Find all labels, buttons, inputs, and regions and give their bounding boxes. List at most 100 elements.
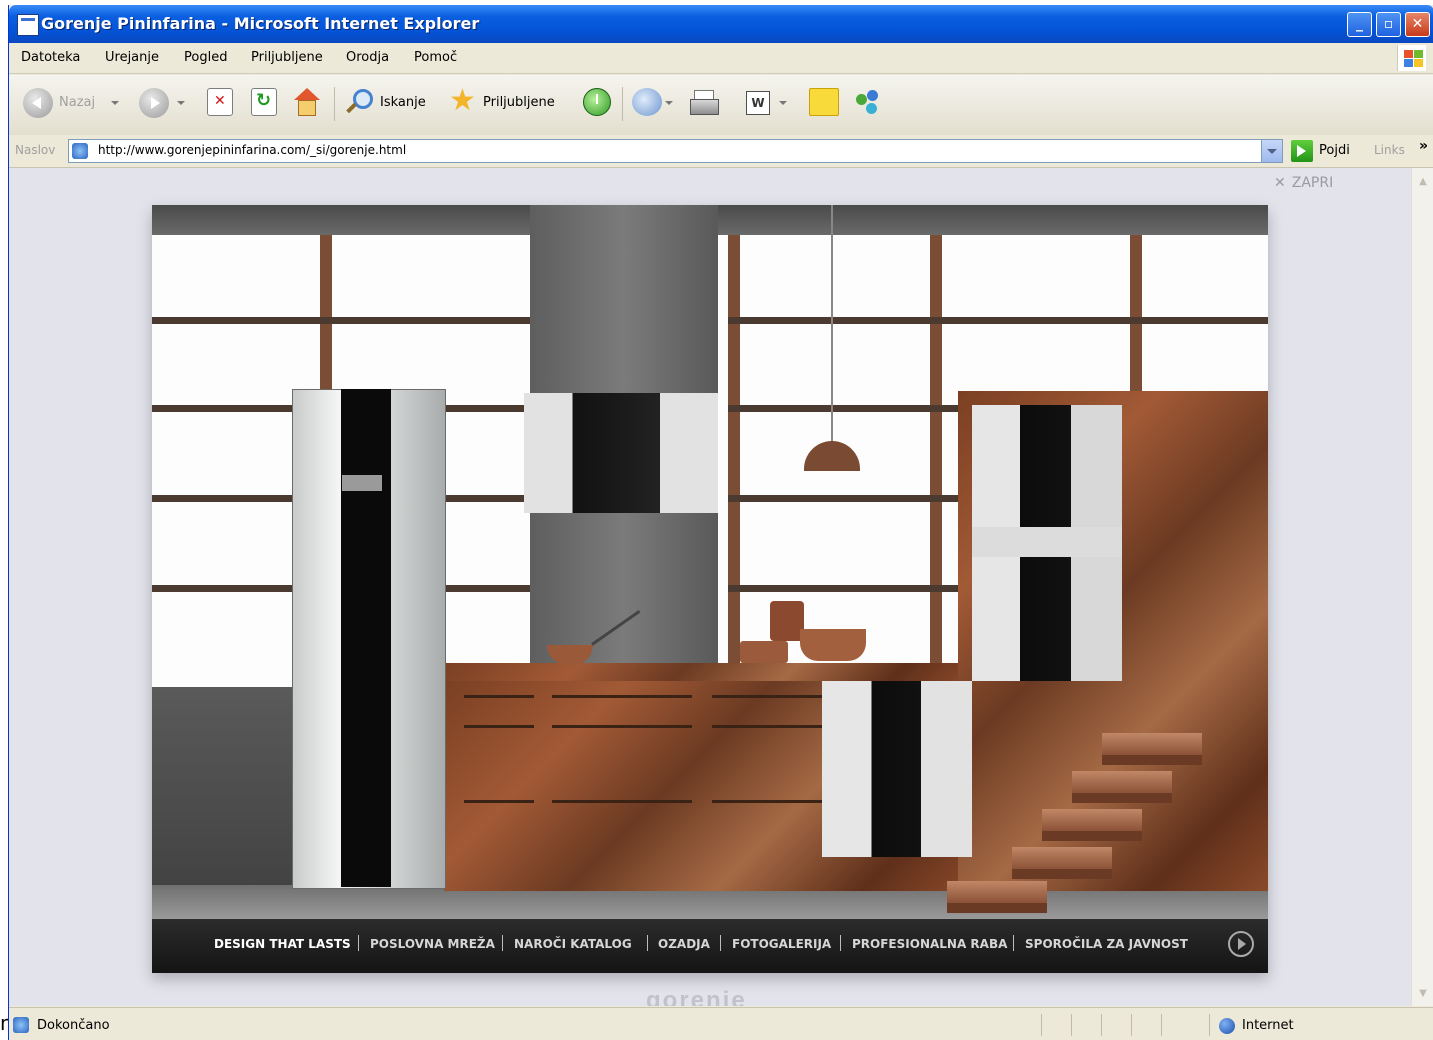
back-button-label[interactable]: Nazaj — [59, 95, 95, 110]
menu-help[interactable]: Pomoč — [414, 50, 457, 65]
drawer-handle — [552, 800, 692, 803]
dishwasher — [822, 681, 972, 857]
site-navigation: DESIGN THAT LASTS POSLOVNA MREŽA NAROČI … — [152, 919, 1268, 973]
pot — [800, 629, 866, 661]
nav-separator — [840, 935, 841, 951]
stair-step — [1042, 809, 1142, 841]
vertical-scrollbar[interactable]: ▲ ▼ — [1411, 168, 1433, 1006]
countertop — [444, 663, 972, 681]
close-window-button[interactable]: ✕ — [1405, 12, 1430, 37]
edit-word-icon[interactable]: W — [746, 91, 770, 115]
menu-edit[interactable]: Urejanje — [105, 50, 159, 65]
fridge-black-panel — [341, 389, 391, 887]
drawer-handle — [712, 695, 822, 698]
status-divider — [1071, 1014, 1072, 1036]
lamp-cord — [831, 205, 833, 445]
toolbar-separator — [334, 87, 335, 121]
drawer-handle — [464, 695, 534, 698]
search-icon[interactable] — [344, 88, 373, 116]
browser-window: Gorenje Pininfarina - Microsoft Internet… — [8, 5, 1433, 1040]
pot — [740, 641, 788, 663]
stop-icon[interactable] — [207, 88, 233, 116]
address-dropdown-icon[interactable] — [1261, 140, 1282, 162]
nav-poslovna-mreza[interactable]: POSLOVNA MREŽA — [370, 937, 495, 951]
gorenje-logo: gorenje — [646, 987, 747, 1006]
page-viewport: ✕ ZAPRI DESIGN THAT LASTS POSLOVNA MREŽA… — [9, 168, 1411, 1006]
nav-sporocila-za-javnost[interactable]: SPOROČILA ZA JAVNOST — [1025, 937, 1188, 951]
minimize-button[interactable]: _ — [1347, 12, 1372, 37]
menu-file[interactable]: Datoteka — [21, 50, 80, 65]
back-dropdown-icon[interactable] — [111, 101, 119, 105]
forward-dropdown-icon[interactable] — [177, 101, 185, 105]
toolbar-chevron-icon[interactable]: » — [1419, 138, 1428, 154]
go-button-label[interactable]: Pojdi — [1319, 143, 1350, 158]
drawer-handle — [712, 800, 822, 803]
address-label: Naslov — [15, 143, 56, 157]
edge-artifact-glyph: n — [0, 1013, 8, 1033]
window-frame — [152, 317, 532, 324]
fridge-display — [342, 475, 382, 491]
page-done-icon — [13, 1017, 29, 1033]
nav-ozadja[interactable]: OZADJA — [658, 937, 710, 951]
back-arrow-icon[interactable] — [23, 88, 53, 118]
internet-zone-icon — [1219, 1018, 1235, 1034]
links-label[interactable]: Links — [1374, 143, 1405, 157]
drawer-handle — [464, 800, 534, 803]
print-icon[interactable] — [689, 88, 719, 116]
menu-tools[interactable]: Orodja — [346, 50, 389, 65]
refresh-icon[interactable] — [251, 88, 277, 116]
address-input[interactable]: http://www.gorenjepininfarina.com/_si/go… — [68, 139, 1283, 163]
history-icon[interactable] — [583, 88, 611, 116]
menu-bar: Datoteka Urejanje Pogled Priljubljene Or… — [9, 43, 1433, 74]
pendant-lamp — [804, 441, 860, 471]
window-frame — [728, 585, 988, 592]
menu-view[interactable]: Pogled — [184, 50, 227, 65]
nav-separator — [720, 935, 721, 951]
close-page-link[interactable]: ✕ ZAPRI — [1274, 175, 1333, 191]
messenger-icon[interactable] — [854, 88, 886, 116]
security-zone-label: Internet — [1242, 1018, 1294, 1033]
nav-separator — [358, 935, 359, 951]
mail-icon[interactable] — [632, 88, 662, 116]
favorites-button-label[interactable]: Priljubljene — [483, 95, 555, 110]
window-title: Gorenje Pininfarina - Microsoft Internet… — [41, 14, 480, 33]
window-frame — [728, 317, 1268, 324]
built-in-oven-panel — [972, 527, 1122, 557]
forward-arrow-icon[interactable] — [139, 88, 169, 118]
edit-dropdown-icon[interactable] — [779, 101, 787, 105]
nav-design-that-lasts[interactable]: DESIGN THAT LASTS — [214, 937, 351, 951]
address-url[interactable]: http://www.gorenjepininfarina.com/_si/go… — [98, 143, 406, 157]
close-x-icon: ✕ — [1274, 175, 1286, 191]
title-bar[interactable]: Gorenje Pininfarina - Microsoft Internet… — [9, 5, 1433, 43]
home-icon[interactable] — [293, 88, 320, 116]
stair-step — [1012, 847, 1112, 879]
drawer-handle — [552, 695, 692, 698]
scroll-down-icon[interactable]: ▼ — [1415, 986, 1431, 1002]
drawer-handle — [464, 725, 534, 728]
mail-dropdown-icon[interactable] — [665, 101, 673, 105]
stair-step — [947, 881, 1047, 913]
status-divider — [1101, 1014, 1102, 1036]
restore-button[interactable]: ▫ — [1376, 12, 1401, 37]
status-bar: Dokončano Internet — [9, 1007, 1433, 1040]
scroll-up-icon[interactable]: ▲ — [1415, 174, 1431, 190]
range-hood — [524, 393, 718, 513]
nav-naroci-katalog[interactable]: NAROČI KATALOG — [514, 937, 632, 951]
search-button-label[interactable]: Iskanje — [380, 95, 426, 110]
nav-fotogalerija[interactable]: FOTOGALERIJA — [732, 937, 831, 951]
menu-favorites[interactable]: Priljubljene — [251, 50, 323, 65]
nav-separator — [1013, 935, 1014, 951]
close-page-label: ZAPRI — [1291, 175, 1334, 191]
ie-page-icon — [17, 14, 39, 36]
status-divider — [1209, 1014, 1210, 1036]
status-divider — [1131, 1014, 1132, 1036]
nav-separator — [502, 935, 503, 951]
status-divider — [1161, 1014, 1162, 1036]
discuss-note-icon[interactable] — [809, 88, 839, 116]
next-play-icon[interactable] — [1228, 931, 1254, 957]
nav-profesionalna-raba[interactable]: PROFESIONALNA RABA — [852, 937, 1007, 951]
go-arrow-icon[interactable] — [1291, 140, 1313, 162]
favorites-star-icon[interactable]: ★ — [449, 86, 481, 116]
stair-step — [1102, 733, 1202, 765]
pot — [770, 601, 804, 641]
